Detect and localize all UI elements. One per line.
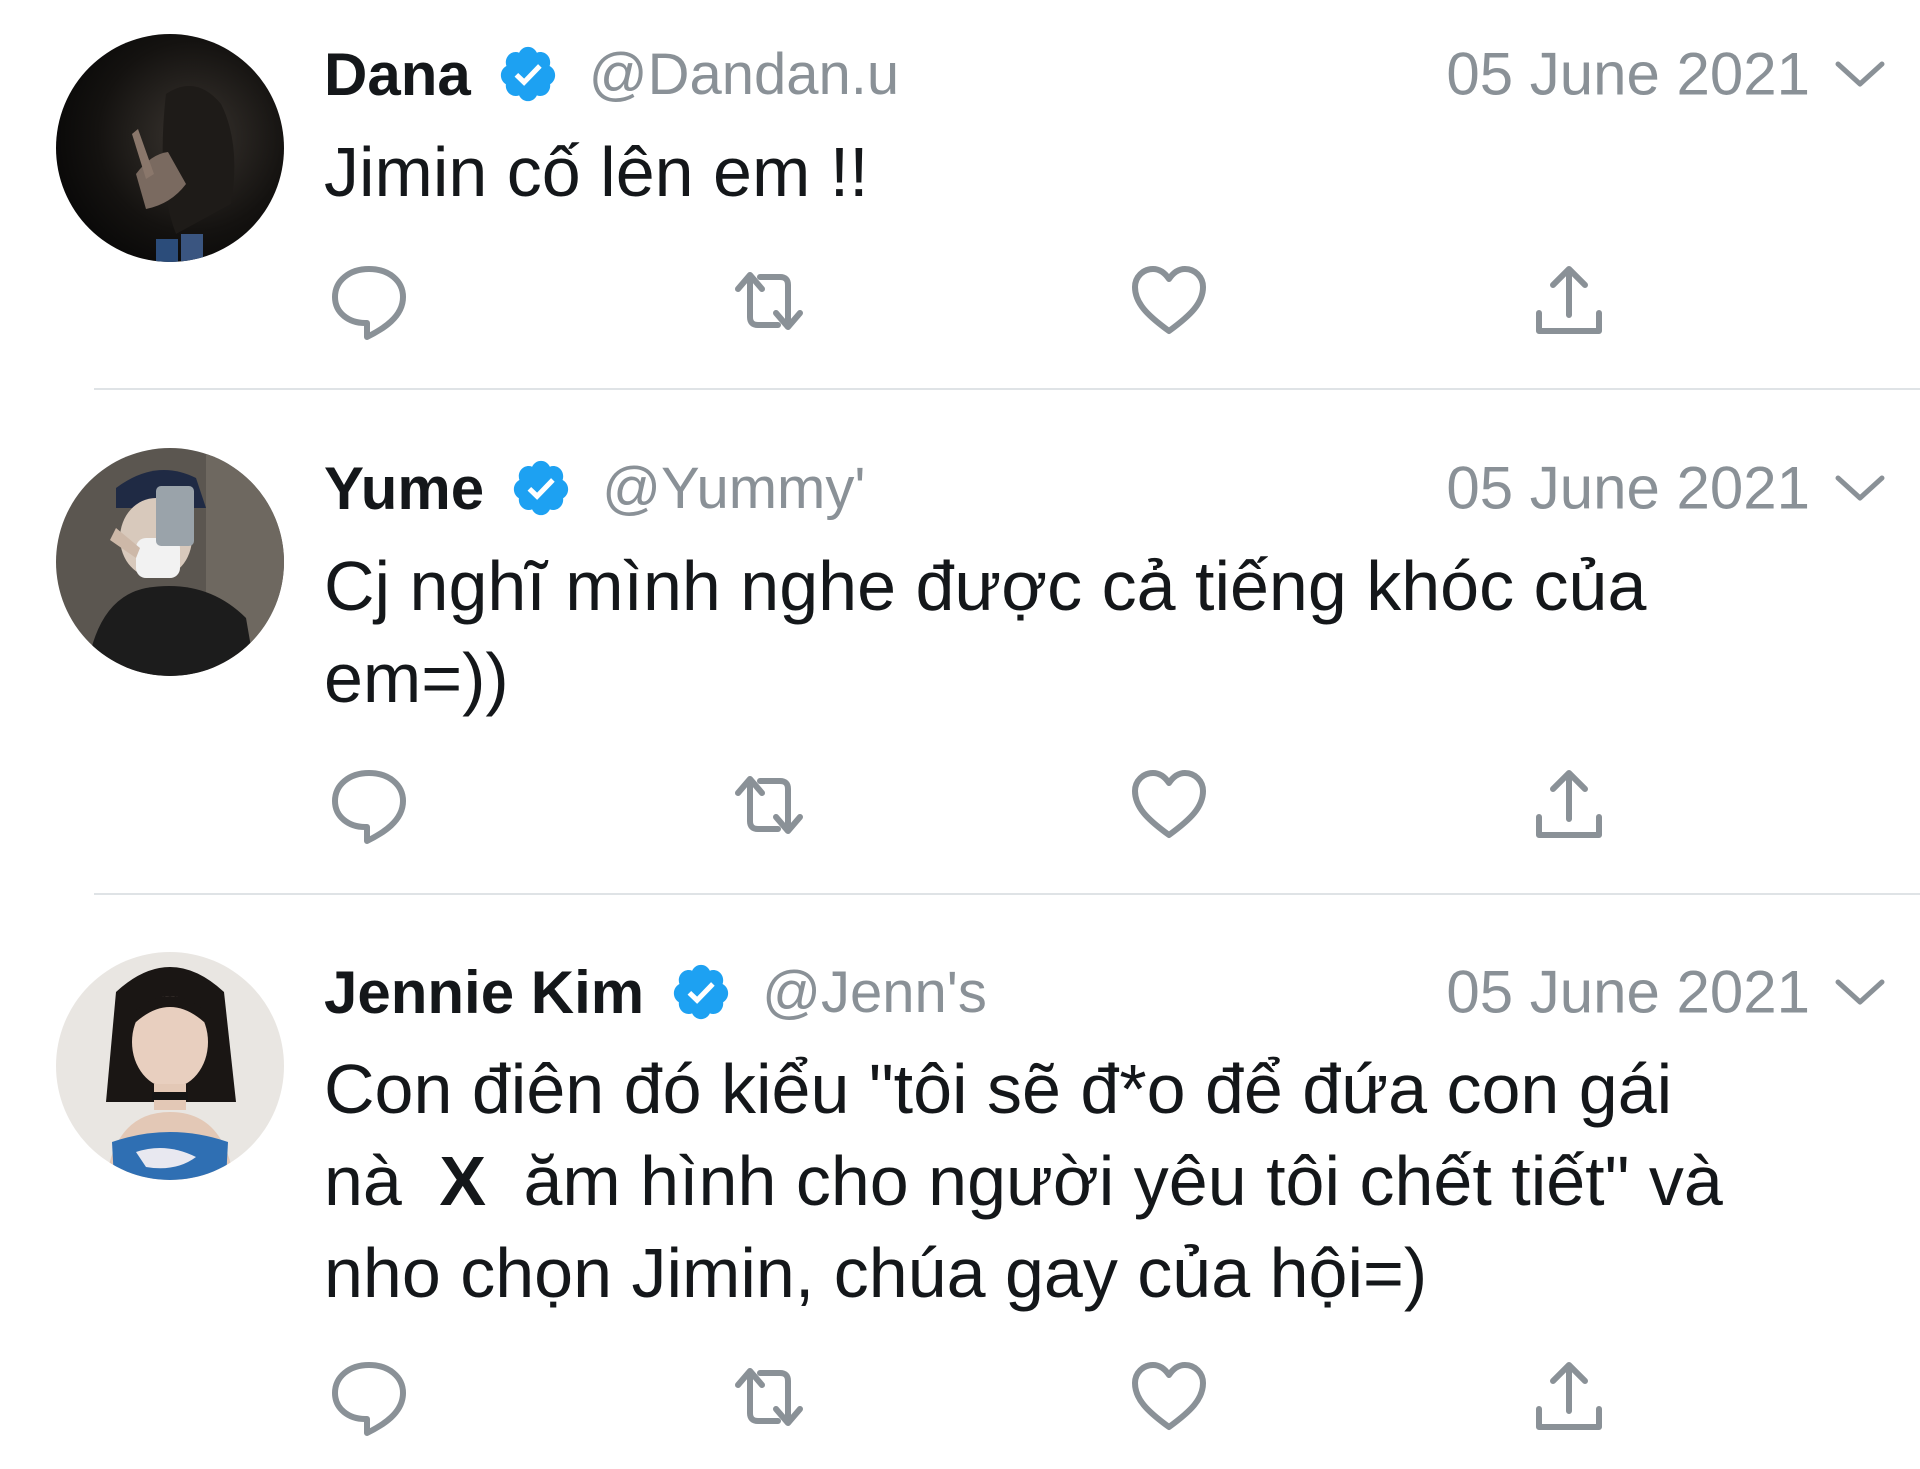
reply-icon [332, 1362, 406, 1436]
share-icon [1536, 1362, 1602, 1430]
tweet-actions [324, 760, 1624, 850]
retweet-icon [735, 1368, 803, 1426]
tweet-text-line: nho chọn Jimin, chúa gay của hội=) [324, 1234, 1428, 1312]
share-button[interactable] [1524, 760, 1614, 850]
verified-badge-icon [670, 961, 732, 1023]
tweet-date: 05 June 2021 [1446, 454, 1810, 522]
chevron-down-icon[interactable] [1830, 468, 1890, 508]
reply-button[interactable] [324, 256, 414, 346]
reply-button[interactable] [324, 1352, 414, 1442]
like-button[interactable] [1124, 1352, 1214, 1442]
avatar-yume[interactable] [56, 448, 284, 676]
tweet-divider [94, 893, 1920, 895]
share-button[interactable] [1524, 1352, 1614, 1442]
reply-button[interactable] [324, 760, 414, 850]
display-name[interactable]: Jennie Kim [324, 958, 644, 1027]
tweet-actions [324, 256, 1624, 346]
retweet-button[interactable] [724, 256, 814, 346]
avatar-jennie[interactable] [56, 952, 284, 1180]
chevron-down-icon[interactable] [1830, 54, 1890, 94]
display-name[interactable]: Yume [324, 454, 484, 523]
verified-badge-icon [510, 457, 572, 519]
heart-icon [1132, 1362, 1206, 1430]
retweet-button[interactable] [724, 760, 814, 850]
tweet-text-fragment: ăm hình cho người yêu tôi chết tiết" và [523, 1142, 1723, 1220]
tweet-text: Jimin cố lên em !! [324, 126, 1854, 218]
retweet-icon [735, 776, 803, 834]
tweet-text-fragment: nà [324, 1142, 402, 1220]
tweet-header: Jennie Kim @Jenn's 05 June 2021 [324, 952, 1920, 1032]
heart-icon [1132, 770, 1206, 838]
share-icon [1536, 266, 1602, 334]
tweet-date: 05 June 2021 [1446, 958, 1810, 1026]
share-button[interactable] [1524, 256, 1614, 346]
display-name[interactable]: Dana [324, 40, 471, 109]
tweet-text: Cj nghĩ mình nghe được cả tiếng khóc của… [324, 540, 1854, 724]
chevron-down-icon[interactable] [1830, 972, 1890, 1012]
tweet-actions [324, 1352, 1624, 1442]
tweet-text-line: em=)) [324, 639, 509, 717]
user-handle[interactable]: @Dandan.u [589, 41, 899, 108]
tweet-date: 05 June 2021 [1446, 40, 1810, 108]
tweet-header: Dana @Dandan.u 05 June 2021 [324, 34, 1920, 114]
reply-icon [332, 770, 406, 844]
tweet-text-line: nà X ăm hình cho người yêu tôi chết tiết… [324, 1135, 1854, 1227]
user-handle[interactable]: @Jenn's [762, 959, 987, 1026]
tweet-header: Yume @Yummy' 05 June 2021 [324, 448, 1920, 528]
like-button[interactable] [1124, 256, 1214, 346]
tweet-text-line: Jimin cố lên em !! [324, 133, 869, 211]
tweet-text: Con điên đó kiểu "tôi sẽ đ*o để đứa con … [324, 1043, 1854, 1319]
user-handle[interactable]: @Yummy' [602, 455, 865, 522]
share-icon [1536, 770, 1602, 838]
verified-badge-icon [497, 43, 559, 105]
tweet-text-line: Con điên đó kiểu "tôi sẽ đ*o để đứa con … [324, 1050, 1673, 1128]
avatar-dana[interactable] [56, 34, 284, 262]
reply-icon [332, 266, 406, 340]
like-button[interactable] [1124, 760, 1214, 850]
retweet-icon [735, 272, 803, 330]
tweet-text-line: Cj nghĩ mình nghe được cả tiếng khóc của [324, 547, 1647, 625]
heart-icon [1132, 266, 1206, 334]
retweet-button[interactable] [724, 1352, 814, 1442]
redaction-mark: X [439, 1142, 487, 1220]
tweet-divider [94, 388, 1920, 390]
